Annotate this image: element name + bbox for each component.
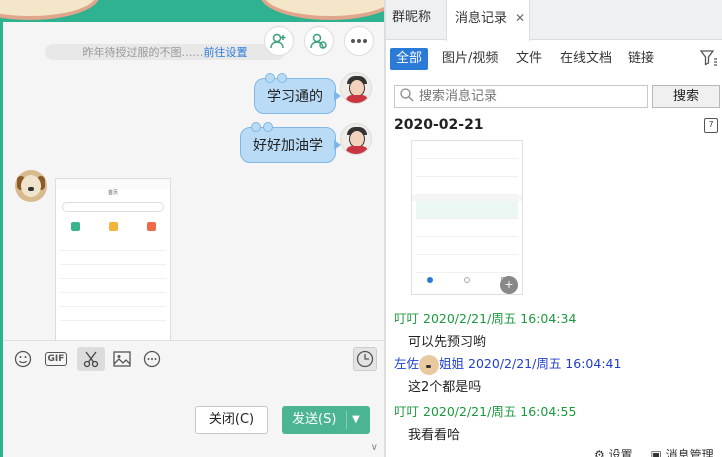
- scroll-down-icon[interactable]: ∨: [371, 442, 378, 453]
- close-icon[interactable]: ✕: [515, 11, 525, 25]
- calendar-digit: 7: [708, 120, 714, 129]
- bubble-ear: [265, 73, 275, 83]
- manage-icon: ▣: [650, 448, 662, 457]
- record-text: 我看看哈: [408, 428, 461, 443]
- tab-label: 群昵称: [392, 10, 432, 25]
- input-toolbar: GIF: [3, 340, 384, 376]
- history-button[interactable]: [353, 347, 377, 371]
- message-manage-link[interactable]: 消息管理: [666, 448, 714, 457]
- add-user-icon: [270, 33, 286, 49]
- search-icon: [400, 88, 414, 106]
- filter-files[interactable]: 文件: [510, 48, 548, 70]
- bubble-ear: [277, 73, 287, 83]
- record-text: 可以先预习哟: [408, 335, 487, 350]
- chat-header-actions: [264, 26, 374, 56]
- record-time: 2020/2/21/周五 16:04:34: [423, 311, 577, 326]
- record-text: 这2个都是吗: [408, 380, 482, 395]
- image-button[interactable]: [110, 347, 134, 371]
- bottom-actions: ⚙ 设置 ▣ 消息管理: [594, 446, 714, 457]
- tab-bar: 群昵称 消息记录 ✕: [386, 0, 722, 41]
- my-avatar[interactable]: [340, 72, 372, 104]
- history-pane: 群昵称 消息记录 ✕ 全部 图片/视频 文件 在线文档 链接 搜索 2020-02…: [386, 0, 722, 457]
- chat-pane: 昨年待授过服的不图……前往设置 学习通的 好好加油学 首页 ∨ GIF 关闭(C…: [3, 22, 384, 457]
- message-text: 好好加油学: [253, 138, 323, 154]
- send-separator: [346, 411, 347, 429]
- my-avatar[interactable]: [340, 123, 372, 155]
- filter-online-docs[interactable]: 在线文档: [554, 48, 618, 70]
- message-text: 学习通的: [267, 89, 323, 105]
- system-message: 昨年待授过服的不图……前往设置: [45, 44, 285, 60]
- screenshot-button[interactable]: [77, 347, 105, 371]
- record-header: 左佐 姐姐 2020/2/21/周五 16:04:41: [394, 353, 621, 375]
- filter-all[interactable]: 全部: [390, 48, 429, 70]
- filter-icon[interactable]: [699, 50, 718, 70]
- send-button[interactable]: 发送(S) ▼: [282, 406, 370, 434]
- dog-emoji-icon: [419, 354, 440, 375]
- top-decor: [0, 0, 386, 22]
- add-member-button[interactable]: [264, 26, 294, 56]
- record-header: 叮叮 2020/2/21/周五 16:04:55: [394, 401, 576, 420]
- image-message[interactable]: 首页: [55, 178, 171, 358]
- sender-name[interactable]: 叮叮: [394, 404, 419, 419]
- user-remove-icon: [310, 33, 327, 49]
- contact-avatar[interactable]: [15, 170, 47, 202]
- search-button[interactable]: 搜索: [652, 85, 720, 108]
- filter-bar: 全部 图片/视频 文件 在线文档 链接: [386, 48, 722, 72]
- sender-name-suffix[interactable]: 姐姐: [439, 356, 464, 371]
- tab-label: 消息记录: [455, 11, 508, 26]
- image-icon: [113, 351, 131, 367]
- scissors-icon: [83, 351, 99, 368]
- bubble-ear: [251, 122, 261, 132]
- chevron-down-icon[interactable]: ▼: [352, 406, 360, 434]
- gif-button[interactable]: GIF: [43, 347, 69, 371]
- settings-link[interactable]: 设置: [609, 448, 633, 457]
- phone-title: 首页: [107, 190, 118, 196]
- send-label: 发送(S): [292, 412, 337, 427]
- settings-icon: ⚙: [594, 448, 605, 457]
- calendar-icon[interactable]: 7: [704, 118, 718, 133]
- tab-group-nickname[interactable]: 群昵称: [392, 0, 452, 40]
- close-button[interactable]: 关闭(C): [195, 406, 268, 434]
- search-input[interactable]: [419, 87, 639, 106]
- record-time: 2020/2/21/周五 16:04:55: [423, 404, 577, 419]
- more-icon: [351, 39, 367, 43]
- sender-name[interactable]: 左佐: [394, 356, 419, 371]
- gif-label: GIF: [44, 352, 68, 366]
- message-bubble[interactable]: 学习通的: [254, 73, 341, 114]
- record-header: 叮叮 2020/2/21/周五 16:04:34: [394, 308, 576, 327]
- smiley-icon: [14, 350, 32, 368]
- zoom-icon[interactable]: +: [500, 276, 518, 294]
- filter-links[interactable]: 链接: [622, 48, 660, 70]
- emoji-button[interactable]: [11, 347, 35, 371]
- bubble-ear: [263, 122, 273, 132]
- sender-name[interactable]: 叮叮: [394, 311, 419, 326]
- decor-shape: [0, 0, 100, 20]
- more-circle-icon: [143, 350, 161, 368]
- filter-images-videos[interactable]: 图片/视频: [436, 48, 504, 70]
- settings-link[interactable]: 前往设置: [204, 46, 248, 59]
- clock-icon: [356, 350, 374, 368]
- search-box[interactable]: [394, 85, 648, 108]
- decor-shape: [260, 0, 386, 20]
- more-button[interactable]: [344, 26, 374, 56]
- funnel-icon: [699, 50, 717, 66]
- more-tools-button[interactable]: [140, 347, 164, 371]
- remove-member-button[interactable]: [304, 26, 334, 56]
- date-header: 2020-02-21: [394, 117, 484, 133]
- tab-message-history[interactable]: 消息记录 ✕: [446, 0, 530, 41]
- message-bubble[interactable]: 好好加油学: [240, 122, 341, 163]
- record-time: 2020/2/21/周五 16:04:41: [468, 356, 622, 371]
- image-thumbnail[interactable]: [411, 140, 523, 295]
